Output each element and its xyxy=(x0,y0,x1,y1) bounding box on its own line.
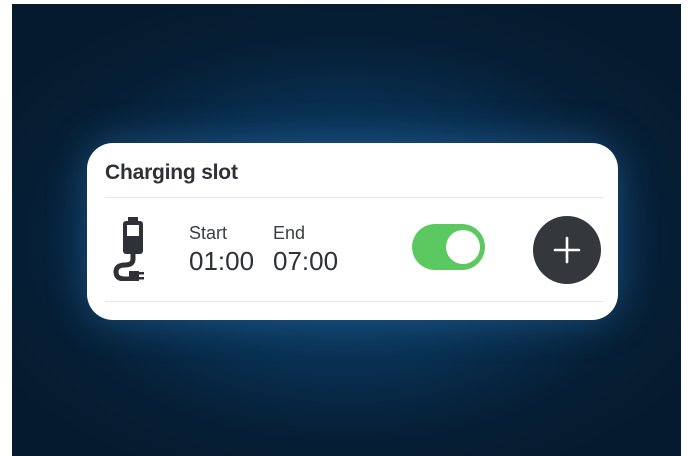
charging-slot-card: Charging slot Start 01:00 End 07:00 xyxy=(87,143,618,320)
start-value: 01:00 xyxy=(189,246,255,276)
card-title: Charging slot xyxy=(105,161,238,184)
end-time[interactable]: End 07:00 xyxy=(273,223,338,277)
start-time[interactable]: Start 01:00 xyxy=(189,223,254,277)
battery-plug-icon xyxy=(113,217,144,281)
toggle-knob xyxy=(446,230,480,264)
end-value: 07:00 xyxy=(273,246,339,276)
plus-icon xyxy=(553,236,581,264)
add-slot-button[interactable] xyxy=(533,216,601,284)
slot-enabled-toggle[interactable] xyxy=(412,224,485,270)
start-label: Start xyxy=(189,223,228,243)
end-label: End xyxy=(273,223,306,243)
divider xyxy=(105,301,603,302)
divider xyxy=(105,197,603,198)
screen-background: Charging slot Start 01:00 End 07:00 xyxy=(12,4,681,456)
